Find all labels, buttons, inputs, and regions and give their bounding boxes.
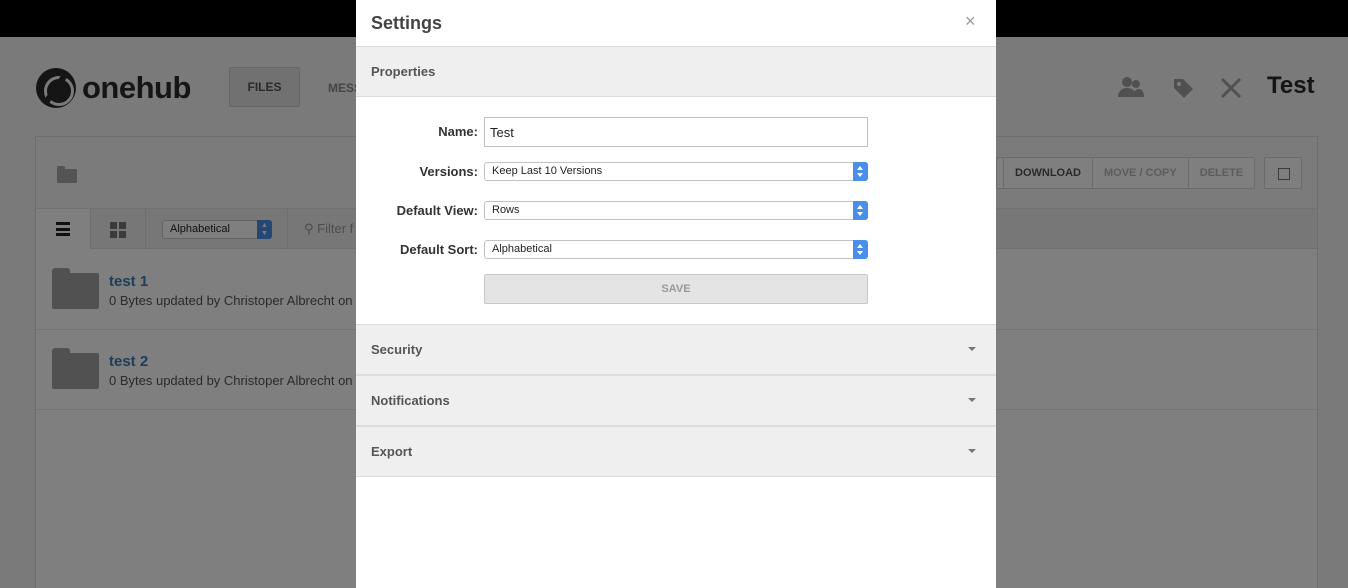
default-sort-select[interactable]: Alphabetical <box>484 240 868 259</box>
name-field[interactable] <box>484 117 868 147</box>
name-label: Name: <box>438 124 478 139</box>
settings-modal: Settings × Properties Name: Versions: Ke… <box>356 0 996 588</box>
notifications-section-header[interactable]: Notifications <box>356 375 996 426</box>
versions-select[interactable]: Keep Last 10 Versions <box>484 162 868 181</box>
modal-title: Settings <box>371 13 443 33</box>
select-arrows-icon <box>853 240 868 259</box>
chevron-down-icon <box>968 398 976 402</box>
select-arrows-icon <box>853 162 868 181</box>
security-section-header[interactable]: Security <box>356 324 996 375</box>
select-arrows-icon <box>853 201 868 220</box>
default-view-select[interactable]: Rows <box>484 201 868 220</box>
save-button[interactable]: SAVE <box>484 274 868 304</box>
default-view-label: Default View: <box>396 203 478 218</box>
default-sort-label: Default Sort: <box>400 242 478 257</box>
chevron-down-icon <box>968 347 976 351</box>
chevron-down-icon <box>968 449 976 453</box>
close-icon[interactable]: × <box>965 11 976 32</box>
versions-label: Versions: <box>419 164 478 179</box>
export-section-header[interactable]: Export <box>356 426 996 477</box>
properties-section-header[interactable]: Properties <box>356 46 996 97</box>
